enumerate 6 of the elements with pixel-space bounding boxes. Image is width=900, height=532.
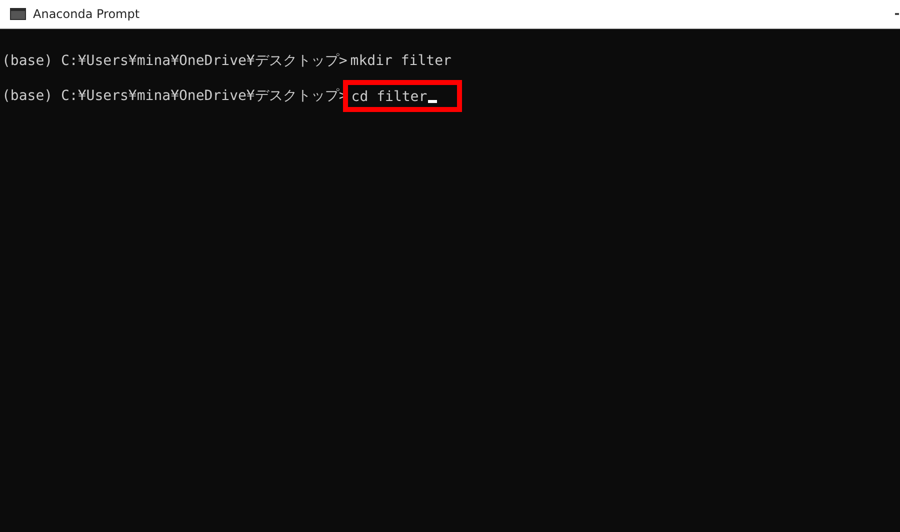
command-text: cd filter (351, 88, 428, 104)
prompt-text: (base) C:¥Users¥mina¥OneDrive¥デスクトップ> (2, 52, 348, 70)
terminal-icon (10, 8, 26, 20)
window-title: Anaconda Prompt (33, 7, 140, 21)
minimize-icon[interactable] (895, 13, 899, 15)
command-text: mkdir filter (350, 52, 452, 68)
